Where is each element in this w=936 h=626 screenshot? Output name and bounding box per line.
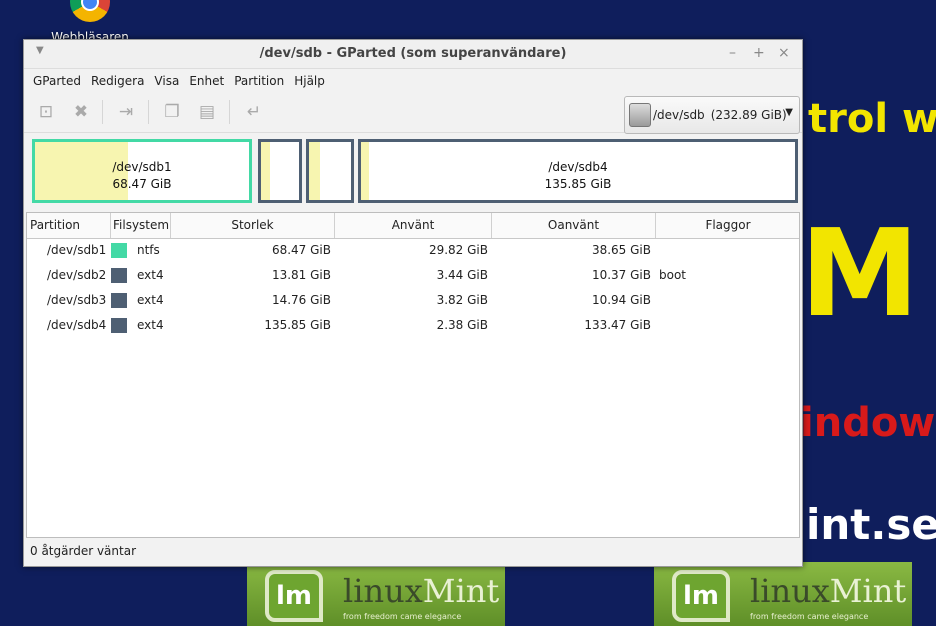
size-cell: 68.47 GiB <box>271 243 331 257</box>
column-flaggor[interactable]: Flaggor <box>656 213 800 238</box>
diskmap-partition-name: /dev/sdb1 <box>112 160 172 174</box>
toolbar-separator <box>102 100 103 124</box>
maximize-button[interactable]: + <box>753 45 765 61</box>
gparted-window: ▼ /dev/sdb - GParted (som superanvändare… <box>23 39 803 567</box>
wallpaper-text: M <box>800 205 920 344</box>
toolbar: ⊡ ✖ ⇥ ❐ ▤ ↵ /dev/sdb (232.89 GiB) ▼ <box>24 92 802 134</box>
column-partition[interactable]: Partition <box>27 213 111 238</box>
chrome-icon <box>70 0 110 22</box>
desktop-icon-browser[interactable]: Webbläsaren <box>40 0 140 44</box>
linux-mint-logo: lm linuxMint from freedom came elegance <box>654 562 912 626</box>
mint-wordmark: linuxMint <box>343 572 500 610</box>
partition-cell: /dev/sdb4 <box>47 318 107 332</box>
table-row[interactable]: /dev/sdb3 ext4 14.76 GiB 3.82 GiB 10.94 … <box>27 288 799 313</box>
column-filsystem[interactable]: Filsystem <box>111 213 171 238</box>
column-storlek[interactable]: Storlek <box>171 213 335 238</box>
used-cell: 29.82 GiB <box>428 243 488 257</box>
filesystem-cell: ext4 <box>137 268 164 282</box>
size-cell: 14.76 GiB <box>271 293 331 307</box>
linux-mint-logo: lm linuxMint from freedom came elegance <box>247 562 505 626</box>
mint-logo-icon: lm <box>672 570 730 622</box>
diskmap-partition-sdb4[interactable]: /dev/sdb4 135.85 GiB <box>358 139 798 203</box>
filesystem-cell: ext4 <box>137 293 164 307</box>
chevron-down-icon: ▼ <box>785 107 793 118</box>
used-space-bar <box>309 142 320 200</box>
title-bar[interactable]: ▼ /dev/sdb - GParted (som superanvändare… <box>24 40 802 69</box>
unused-cell: 10.94 GiB <box>591 293 651 307</box>
table-row[interactable]: /dev/sdb2 ext4 13.81 GiB 3.44 GiB 10.37 … <box>27 263 799 288</box>
mint-wordmark: linuxMint <box>750 572 907 610</box>
filesystem-color-swatch <box>111 293 127 308</box>
menu-bar: GParted Redigera Visa Enhet Partition Hj… <box>24 69 802 92</box>
diskmap-partition-name: /dev/sdb4 <box>548 160 608 174</box>
size-cell: 135.85 GiB <box>264 318 331 332</box>
status-bar: 0 åtgärder väntar <box>30 544 137 558</box>
size-cell: 13.81 GiB <box>271 268 331 282</box>
unused-cell: 133.47 GiB <box>584 318 651 332</box>
partition-cell: /dev/sdb3 <box>47 293 107 307</box>
partition-table: Partition Filsystem Storlek Använt Oanvä… <box>26 212 800 538</box>
resize-move-icon[interactable]: ⇥ <box>114 102 138 122</box>
wallpaper-text: trol w <box>808 96 936 142</box>
filesystem-cell: ntfs <box>137 243 160 257</box>
diskmap-partition-sdb1[interactable]: /dev/sdb1 68.47 GiB <box>32 139 252 203</box>
device-size: (232.89 GiB) <box>710 108 787 122</box>
table-row[interactable]: /dev/sdb1 ntfs 68.47 GiB 29.82 GiB 38.65… <box>27 238 799 263</box>
paste-icon[interactable]: ▤ <box>195 102 219 122</box>
menu-hjalp[interactable]: Hjälp <box>289 74 330 88</box>
hard-disk-icon <box>629 103 651 127</box>
menu-enhet[interactable]: Enhet <box>184 74 229 88</box>
mint-logo-icon: lm <box>265 570 323 622</box>
mint-tagline: from freedom came elegance <box>343 612 462 621</box>
column-oanvant[interactable]: Oanvänt <box>492 213 656 238</box>
unused-cell: 10.37 GiB <box>591 268 651 282</box>
flags-cell: boot <box>659 268 687 282</box>
mint-tagline: from freedom came elegance <box>750 612 869 621</box>
copy-icon[interactable]: ❐ <box>160 102 184 122</box>
menu-visa[interactable]: Visa <box>149 74 184 88</box>
wallpaper-text: indow <box>800 400 936 446</box>
diskmap-partition-sdb3[interactable] <box>306 139 354 203</box>
menu-partition[interactable]: Partition <box>229 74 289 88</box>
filesystem-color-swatch <box>111 268 127 283</box>
window-title: /dev/sdb - GParted (som superanvändare) <box>259 46 567 61</box>
menu-redigera[interactable]: Redigera <box>86 74 149 88</box>
device-selector[interactable]: /dev/sdb (232.89 GiB) ▼ <box>624 96 800 134</box>
device-name: /dev/sdb <box>653 108 705 122</box>
partition-cell: /dev/sdb1 <box>47 243 107 257</box>
menu-gparted[interactable]: GParted <box>28 74 86 88</box>
unused-cell: 38.65 GiB <box>591 243 651 257</box>
diskmap-partition-size: 68.47 GiB <box>112 177 172 191</box>
column-anvant[interactable]: Använt <box>335 213 492 238</box>
minimize-button[interactable]: – <box>729 45 736 61</box>
wallpaper-text: int.se <box>806 500 936 549</box>
filesystem-color-swatch <box>111 243 127 258</box>
table-header: Partition Filsystem Storlek Använt Oanvä… <box>27 213 799 239</box>
used-cell: 2.38 GiB <box>436 318 488 332</box>
toolbar-separator <box>148 100 149 124</box>
used-cell: 3.82 GiB <box>436 293 488 307</box>
used-space-bar <box>261 142 271 200</box>
new-partition-icon[interactable]: ⊡ <box>34 102 58 122</box>
partition-cell: /dev/sdb2 <box>47 268 107 282</box>
filesystem-color-swatch <box>111 318 127 333</box>
diskmap-partition-size: 135.85 GiB <box>544 177 612 191</box>
diskmap-partition-sdb2[interactable] <box>258 139 302 203</box>
toolbar-separator <box>229 100 230 124</box>
delete-icon[interactable]: ✖ <box>69 102 93 122</box>
used-cell: 3.44 GiB <box>436 268 488 282</box>
disk-map: /dev/sdb1 68.47 GiB /dev/sdb4 135.85 GiB <box>24 133 802 207</box>
filesystem-cell: ext4 <box>137 318 164 332</box>
table-row[interactable]: /dev/sdb4 ext4 135.85 GiB 2.38 GiB 133.4… <box>27 313 799 338</box>
close-button[interactable]: × <box>778 45 790 61</box>
undo-icon[interactable]: ↵ <box>242 102 266 122</box>
